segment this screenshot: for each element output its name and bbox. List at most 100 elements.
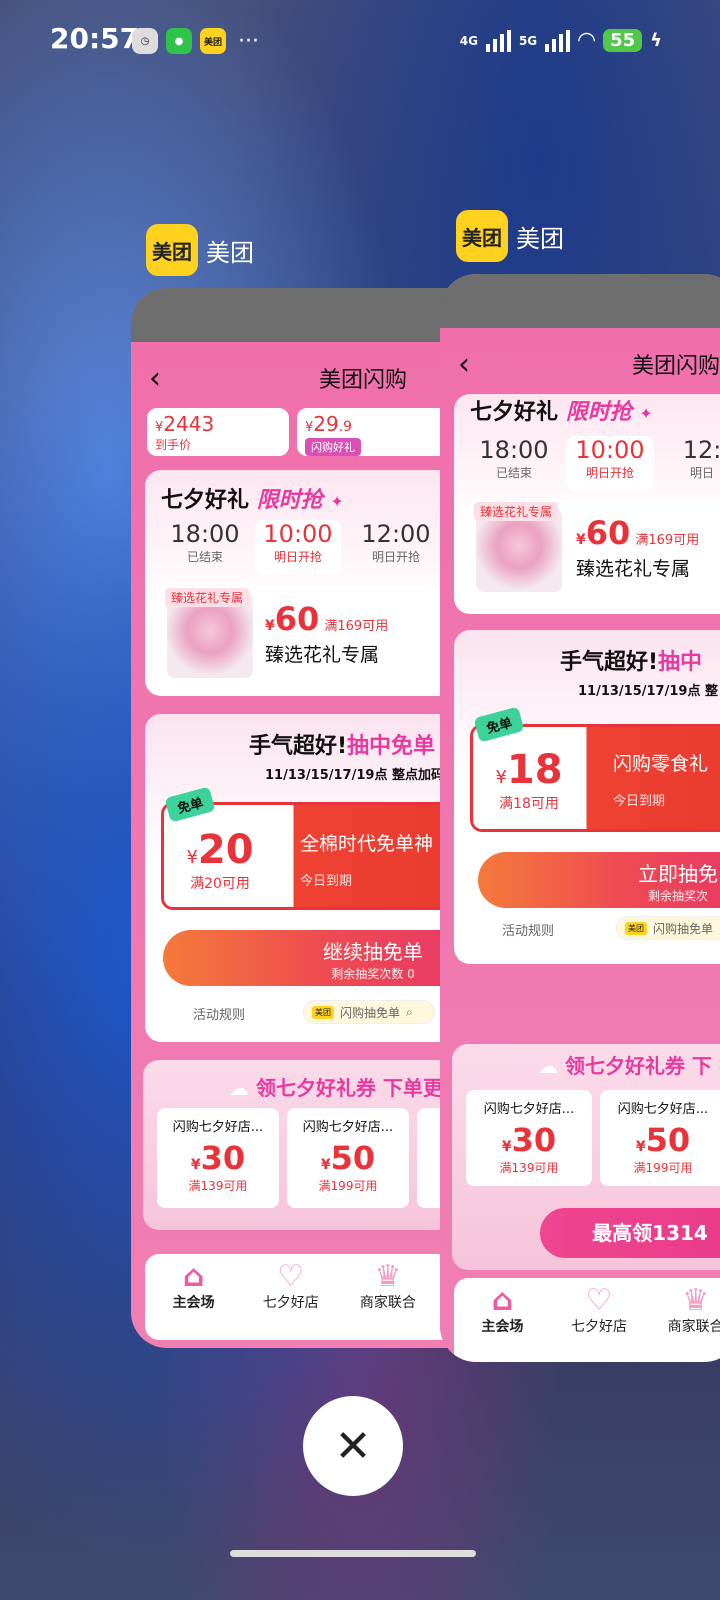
draw-button-label: 立即抽免 xyxy=(638,862,718,886)
wifi-icon: ◠ xyxy=(578,28,596,53)
flower-tag: 臻选花礼专属 xyxy=(165,588,250,607)
gift-coupon-tile-1[interactable]: 闪购七夕好店... ¥30 满139可用 xyxy=(157,1108,279,1208)
flower-coupon-card[interactable]: 臻选花礼专属 ¥60 满169可用 臻选花礼专属 xyxy=(161,586,481,682)
qixi-highlight: 限时抢 xyxy=(565,400,632,425)
qixi-flash-sale-panel: 七夕好礼 限时抢 ✦ 18:00 已结束 10:00 明日开抢 12:00 明日… xyxy=(145,470,485,696)
tile-condition: 满199可用 xyxy=(633,1161,693,1175)
more-notifications-icon: ··· xyxy=(238,28,259,54)
cloud-icon: ☁ xyxy=(538,1054,558,1078)
qixi-title: 七夕好礼 限时抢 ✦ xyxy=(161,482,344,514)
tab-merchant-union[interactable]: ♛ 商家联合 xyxy=(339,1254,436,1340)
tab-qixi-shops[interactable]: ♡ 七夕好店 xyxy=(551,1278,648,1362)
qixi-title-text: 七夕好礼 xyxy=(161,488,250,513)
tile-value: 30 xyxy=(511,1121,557,1159)
gift-coupon-tile-1[interactable]: 闪购七夕好店... ¥30 满139可用 xyxy=(466,1090,592,1186)
lucky-title: 手气超好!抽中 xyxy=(560,644,702,676)
coupon-condition: 满169可用 xyxy=(635,533,700,548)
time-slot-2[interactable]: 10:00 明日开抢 xyxy=(566,436,654,490)
slot-status: 已结束 xyxy=(186,550,223,564)
draw-now-button[interactable]: 立即抽免 剩余抽奖次 xyxy=(478,852,720,908)
page-title: 美团闪购 xyxy=(632,354,720,379)
slot-time: 18:00 xyxy=(170,520,240,548)
tab-qixi-shops[interactable]: ♡ 七夕好店 xyxy=(242,1254,339,1340)
crown-icon: ♛ xyxy=(374,1259,402,1294)
gift-coupon-tile-2[interactable]: 闪购七夕好店... ¥50 满199可用 xyxy=(287,1108,409,1208)
search-box[interactable]: 美团 闪购抽免单 ⌕ xyxy=(303,1000,435,1024)
tile-name: 闪购七夕好店... xyxy=(617,1102,709,1117)
price-decimal: .9 xyxy=(338,419,353,435)
app-name: 美团 xyxy=(206,238,254,267)
app-label-2[interactable]: 美团 美团 xyxy=(456,210,564,262)
flower-coupon-card[interactable]: 臻选花礼专属 ¥60 满169可用 臻选花礼专属 xyxy=(470,500,720,598)
coupon-right: 闪购零食礼 今日到期 xyxy=(613,727,708,829)
coupon-amount: ¥60 满169可用 xyxy=(576,514,699,552)
back-arrow-icon[interactable]: ‹ xyxy=(131,361,161,396)
tile-name: 闪购七夕好店... xyxy=(302,1120,394,1135)
tab-label: 七夕好店 xyxy=(262,1295,319,1311)
activity-rules-link[interactable]: 活动规则 xyxy=(502,920,554,939)
time-slot-1[interactable]: 18:00 已结束 xyxy=(165,520,245,574)
gift-coupon-tile-2[interactable]: 闪购七夕好店... ¥50 满199可用 xyxy=(600,1090,720,1186)
currency-symbol: ¥ xyxy=(265,618,275,634)
claim-max-coupon-button[interactable]: 最高领1314 xyxy=(540,1208,720,1258)
price-tile-1[interactable]: ¥2443 到手价 xyxy=(147,408,289,456)
app-label-1[interactable]: 美团 美团 xyxy=(146,224,254,276)
house-icon: ⌂ xyxy=(182,1259,205,1294)
coupon-left: ¥18 满18可用 xyxy=(473,727,585,829)
crown-icon: ♛ xyxy=(682,1283,710,1318)
time-slot-1[interactable]: 18:00 已结束 xyxy=(474,436,554,490)
notification-icons: ◷ ● 美团 ··· xyxy=(132,28,259,54)
qixi-gift-coupon-panel: ☁ 领七夕好礼券 下 闪购七夕好店... ¥30 满139可用 闪购七夕好店..… xyxy=(452,1044,720,1270)
charging-icon: ϟ xyxy=(650,30,662,51)
coupon-right: 全棉时代免单神 今日到期 xyxy=(300,805,433,907)
clear-all-button[interactable]: ✕ xyxy=(303,1396,403,1496)
meituan-mini-icon: 美团 xyxy=(312,1005,334,1019)
lucky-draw-panel: 手气超好!抽中 11/13/15/17/19点 整 ¥18 满18可用 闪购零食… xyxy=(454,630,720,964)
gift-head-text: 领七夕好礼券 下单更 xyxy=(255,1076,443,1100)
slot-status: 已结束 xyxy=(495,466,532,480)
home-indicator[interactable] xyxy=(230,1550,476,1557)
bottom-tab-bar: ⌂ 主会场 ♡ 七夕好店 ♛ 商家联合 xyxy=(454,1278,720,1362)
time-slot-3[interactable]: 12:00 明日开抢 xyxy=(351,520,441,574)
time-slot-2[interactable]: 10:00 明日开抢 xyxy=(255,520,341,574)
currency-symbol: ¥ xyxy=(576,532,586,548)
back-arrow-icon[interactable]: ‹ xyxy=(440,347,470,382)
time-slot-3[interactable]: 12: 明日 xyxy=(672,436,720,490)
qixi-highlight: 限时抢 xyxy=(256,488,323,513)
coupon-name: 全棉时代免单神 xyxy=(300,833,434,855)
network-label-4g: 4G xyxy=(459,33,478,48)
recent-app-card-1[interactable]: ‹ 美团闪购 ¥2443 到手价 ¥29.9 闪购好礼 七夕好礼 限时抢 ✦ 1… xyxy=(131,288,491,1348)
meituan-notification-icon: 美团 xyxy=(200,28,226,54)
sparkle-icon: ✦ xyxy=(639,404,653,423)
gift-head: ☁ 领七夕好礼券 下单更 xyxy=(229,1072,443,1101)
search-box[interactable]: 美团 闪购抽免单 xyxy=(616,916,720,940)
coupon-value: 60 xyxy=(585,514,631,552)
recent-app-card-2[interactable]: ‹ 美团闪购 七夕好礼 限时抢 ✦ 18:00 已结束 10:00 明日开抢 1… xyxy=(440,274,720,1362)
status-time: 20:57 xyxy=(50,22,140,55)
currency-symbol: ¥ xyxy=(190,1157,201,1173)
network-label-5g: 5G xyxy=(518,33,538,48)
slot-status: 明日开抢 xyxy=(585,466,634,480)
tile-value: 50 xyxy=(330,1139,376,1177)
meituan-logo-icon: 美团 xyxy=(146,224,198,276)
lucky-subtitle: 11/13/15/17/19点 整点加码抽 xyxy=(265,768,457,783)
coupon-amount: ¥60 满169可用 xyxy=(265,600,388,638)
tab-label: 商家联合 xyxy=(667,1319,720,1335)
tile-condition: 满199可用 xyxy=(318,1179,378,1193)
promo-tag: 闪购好礼 xyxy=(305,438,361,456)
free-order-coupon[interactable]: ¥18 满18可用 闪购零食礼 今日到期 xyxy=(470,724,720,832)
tab-merchant-union[interactable]: ♛ 商家联合 xyxy=(647,1278,720,1362)
activity-rules-link[interactable]: 活动规则 xyxy=(193,1004,245,1023)
meituan-mini-icon: 美团 xyxy=(625,921,647,935)
app-nav-bar: ‹ 美团闪购 xyxy=(440,328,720,400)
signal-icon-2 xyxy=(545,29,571,52)
draw-remaining: 剩余抽奖次 xyxy=(647,889,708,903)
tab-label: 主会场 xyxy=(481,1319,524,1335)
tile-value: 50 xyxy=(645,1121,691,1159)
card-content: ‹ 美团闪购 ¥2443 到手价 ¥29.9 闪购好礼 七夕好礼 限时抢 ✦ 1… xyxy=(131,342,491,1348)
tab-main-venue[interactable]: ⌂ 主会场 xyxy=(454,1278,551,1362)
slot-time: 10:00 xyxy=(263,520,333,548)
tab-main-venue[interactable]: ⌂ 主会场 xyxy=(145,1254,242,1340)
coupon-name: 臻选花礼专属 xyxy=(576,558,691,580)
price-value: 2443 xyxy=(163,412,215,436)
